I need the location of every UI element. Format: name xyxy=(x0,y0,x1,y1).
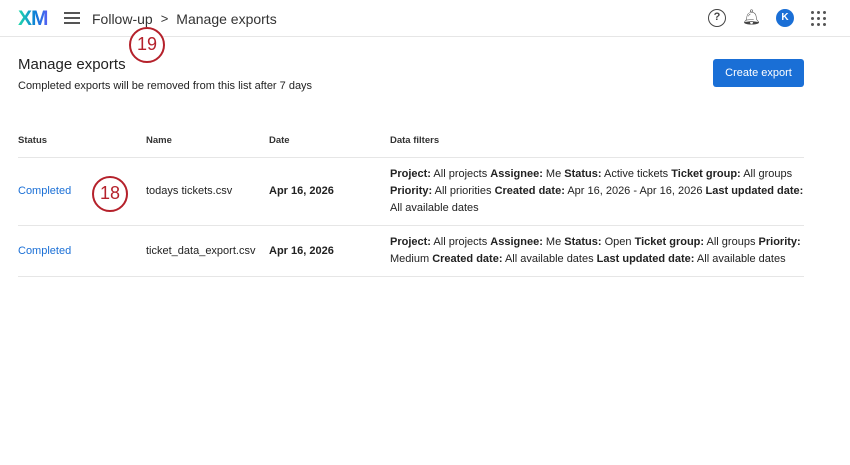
filter-value: All projects xyxy=(433,235,488,248)
filter-label: Status: xyxy=(564,167,602,180)
column-header-date: Date xyxy=(269,124,390,158)
create-export-button[interactable]: Create export xyxy=(713,59,804,87)
filter-label: Last updated date: xyxy=(705,184,804,197)
filter-label: Status: xyxy=(564,235,602,248)
table-row: Completed ticket_data_export.csv Apr 16,… xyxy=(18,225,804,277)
filter-label: Project: xyxy=(390,235,431,248)
filter-label: Priority: xyxy=(758,235,801,248)
xm-logo[interactable]: XM xyxy=(18,7,48,31)
filter-value: Apr 16, 2026 - Apr 16, 2026 xyxy=(567,184,703,197)
filter-value: Active tickets xyxy=(604,167,669,180)
filter-label: Assignee: xyxy=(490,167,543,180)
file-name: todays tickets.csv xyxy=(146,157,269,226)
filter-label: Assignee: xyxy=(490,235,543,248)
chevron-right-icon: > xyxy=(160,11,169,26)
export-date: Apr 16, 2026 xyxy=(269,225,390,277)
hamburger-menu-icon[interactable] xyxy=(64,12,80,24)
column-header-data-filters: Data filters xyxy=(390,124,804,158)
column-header-status: Status xyxy=(18,124,146,158)
callout-18: 18 xyxy=(92,176,128,212)
filter-value: Me xyxy=(545,235,562,248)
filter-label: Ticket group: xyxy=(671,167,741,180)
export-date: Apr 16, 2026 xyxy=(269,157,390,226)
filter-label: Project: xyxy=(390,167,431,180)
filter-value: All priorities xyxy=(434,184,492,197)
page-subtitle: Completed exports will be removed from t… xyxy=(18,80,313,92)
breadcrumb-follow-up[interactable]: Follow-up xyxy=(92,11,153,27)
filter-value: All available dates xyxy=(696,252,786,265)
filter-label: Priority: xyxy=(390,184,433,197)
filter-value: All available dates xyxy=(390,201,479,214)
filter-value: All available dates xyxy=(504,252,594,265)
filter-label: Created date: xyxy=(432,252,503,265)
filter-label: Created date: xyxy=(494,184,565,197)
help-icon[interactable]: ? xyxy=(708,9,726,27)
status-cell: Completed xyxy=(18,225,146,277)
breadcrumb-manage-exports: Manage exports xyxy=(176,11,277,27)
breadcrumb: Follow-up > Manage exports xyxy=(92,11,277,27)
column-header-name: Name xyxy=(146,124,269,158)
table-row: Completed todays tickets.csv Apr 16, 202… xyxy=(18,157,804,226)
apps-grid-icon[interactable] xyxy=(809,9,827,27)
top-bar: XM Follow-up > Manage exports ? 🔔︎ K xyxy=(0,0,850,37)
avatar[interactable]: K xyxy=(776,9,794,27)
filter-value: All groups xyxy=(743,167,793,180)
filter-value: All projects xyxy=(433,167,488,180)
bell-icon[interactable]: 🔔︎ xyxy=(742,9,761,27)
filter-label: Ticket group: xyxy=(634,235,705,248)
status-link[interactable]: Completed xyxy=(18,185,71,197)
data-filters: Project: All projects Assignee: Me Statu… xyxy=(390,225,804,277)
status-link[interactable]: Completed xyxy=(18,245,71,257)
data-filters: Project: All projects Assignee: Me Statu… xyxy=(390,157,804,226)
page-title: Manage exports xyxy=(18,56,126,73)
filter-value: Me xyxy=(545,167,562,180)
file-name: ticket_data_export.csv xyxy=(146,225,269,277)
filter-value: All groups xyxy=(706,235,756,248)
filter-value: Open xyxy=(604,235,632,248)
filter-label: Last updated date: xyxy=(596,252,695,265)
filter-value: Medium xyxy=(390,252,430,265)
callout-19: 19 xyxy=(129,27,165,63)
exports-table: Status Name Date Data filters Completed … xyxy=(18,124,804,277)
